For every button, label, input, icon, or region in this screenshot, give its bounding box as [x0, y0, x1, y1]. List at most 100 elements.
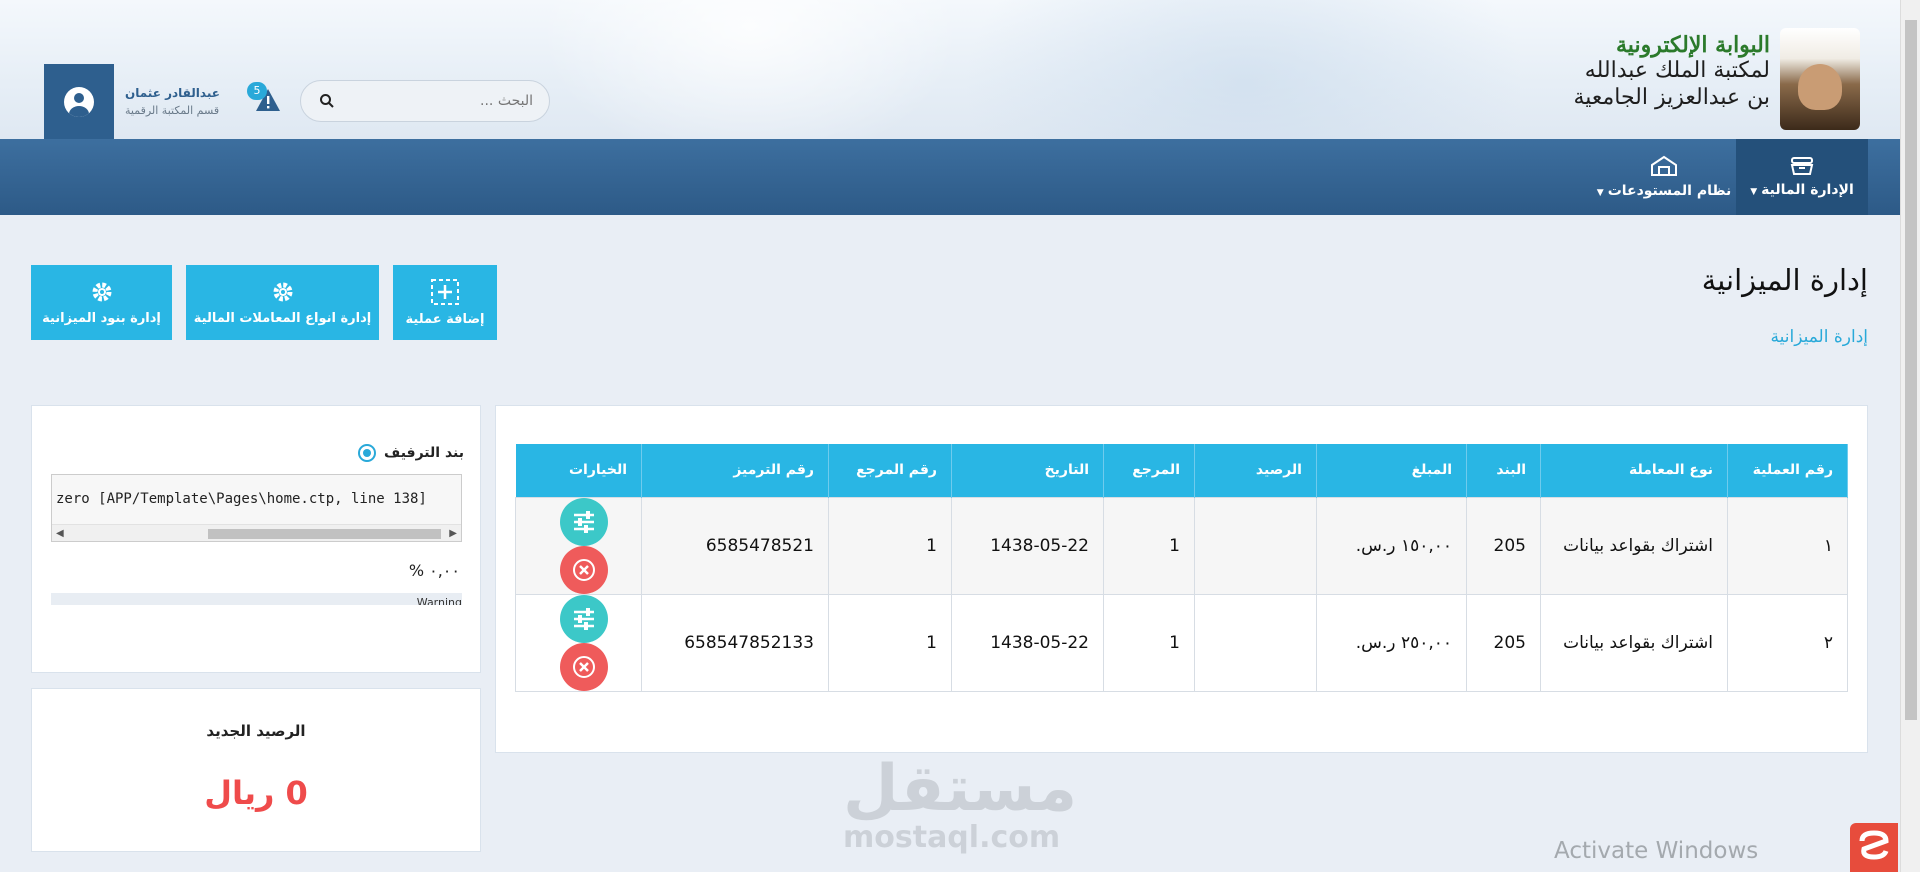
col-code-number: رقم الترميز	[641, 444, 829, 497]
warehouse-icon	[1651, 155, 1677, 176]
col-item: البند	[1466, 444, 1541, 497]
radio-icon	[358, 444, 377, 462]
progress-bar: Warning	[51, 593, 462, 605]
cell-reference-number: 1	[828, 593, 952, 692]
new-balance-label: الرصيد الجديد	[206, 722, 306, 740]
logo-line-1: البوابة الإلكترونية	[1616, 32, 1770, 58]
search-input[interactable]	[343, 93, 533, 109]
cell-date: 1438-05-22	[951, 593, 1104, 692]
transactions-panel: رقم العملية نوع المعاملة البند المبلغ ال…	[495, 405, 1868, 753]
col-date: التاريخ	[951, 444, 1104, 497]
sliders-icon	[574, 607, 594, 630]
cell-operation-number: ٢	[1727, 593, 1848, 692]
new-balance-value: 0 ريال	[204, 774, 308, 812]
activate-windows-text: Activate Windows	[1554, 838, 1759, 864]
notifications-button[interactable]: 5	[245, 82, 285, 116]
breadcrumb-link[interactable]: إدارة الميزانية	[1771, 327, 1868, 347]
manage-transaction-types-button[interactable]: إدارة انواع المعاملات المالية	[186, 265, 379, 340]
promotion-item-radio[interactable]: بند الترفيف	[358, 444, 464, 462]
cell-operation-number: ١	[1727, 496, 1848, 595]
manage-budget-items-button[interactable]: إدارة بنود الميزانية	[31, 265, 172, 340]
cell-reference: 1	[1103, 496, 1195, 595]
nav-warehouse-label: نظام المستودعات	[1607, 183, 1732, 199]
king-portrait-logo	[1780, 28, 1860, 130]
cell-options	[515, 593, 642, 692]
cell-code-number: 6585478521	[641, 496, 829, 595]
gear-icon	[273, 282, 292, 302]
edit-button[interactable]	[560, 594, 608, 643]
col-reference-number: رقم المرجع	[828, 444, 952, 497]
cell-amount: ٢٥٠,٠٠ ر.س.	[1316, 593, 1467, 692]
add-operation-button[interactable]: إضافة عملية	[393, 265, 497, 340]
page-scrollbar[interactable]	[1900, 0, 1920, 872]
budget-item-panel: بند الترفيف zero [APP/Template\Pages\hom…	[31, 405, 481, 673]
cell-date: 1438-05-22	[951, 496, 1104, 595]
transactions-table: رقم العملية نوع المعاملة البند المبلغ ال…	[515, 444, 1848, 692]
page-scrollbar-thumb[interactable]	[1905, 20, 1917, 720]
logo-line-3: بن عبدالعزيز الجامعية	[1573, 84, 1770, 110]
mostaql-corner-logo[interactable]	[1850, 823, 1898, 872]
search-icon[interactable]	[319, 93, 335, 109]
chevron-down-icon: ▼	[1596, 188, 1604, 198]
cell-transaction-type: اشتراك بقواعد بيانات	[1540, 593, 1728, 692]
manage-budget-items-label: إدارة بنود الميزانية	[42, 311, 161, 326]
progress-warning-text: Warning	[416, 596, 462, 605]
inbox-icon	[1790, 157, 1814, 175]
cell-options	[515, 496, 642, 595]
user-name[interactable]: عبدالقادر عثمان	[125, 86, 220, 100]
mostaql-logo-icon	[1859, 830, 1889, 860]
mostaql-watermark-english: mostaql.com	[843, 820, 1061, 855]
user-avatar-button[interactable]	[44, 64, 114, 139]
col-operation-number: رقم العملية	[1727, 444, 1848, 497]
new-balance-panel: الرصيد الجديد 0 ريال	[31, 688, 481, 852]
scrollbar-thumb[interactable]	[208, 529, 441, 539]
user-department: قسم المكتبة الرقمية	[125, 104, 220, 117]
cell-balance	[1194, 496, 1317, 595]
col-amount: المبلغ	[1316, 444, 1467, 497]
cell-item: 205	[1466, 496, 1541, 595]
table-header-row: رقم العملية نوع المعاملة البند المبلغ ال…	[515, 444, 1848, 497]
table-row: ١ اشتراك بقواعد بيانات 205 ١٥٠,٠٠ ر.س. 1…	[515, 496, 1848, 595]
sliders-icon	[574, 510, 594, 533]
main-navbar: الإدارة المالية▼ نظام المستودعات▼	[0, 139, 1900, 215]
page-title: إدارة الميزانية	[1701, 263, 1868, 297]
horizontal-scrollbar[interactable]: ◀ ▶	[52, 524, 461, 541]
mostaql-watermark-arabic: مستقل	[843, 752, 1078, 826]
close-circle-icon	[573, 558, 595, 581]
delete-button[interactable]	[560, 642, 608, 691]
cell-balance	[1194, 593, 1317, 692]
col-reference: المرجع	[1103, 444, 1195, 497]
cell-item: 205	[1466, 593, 1541, 692]
error-code-box: zero [APP/Template\Pages\home.ctp, line …	[51, 474, 462, 542]
gear-icon	[92, 282, 111, 302]
scroll-right-icon[interactable]: ▶	[449, 525, 457, 541]
delete-button[interactable]	[560, 545, 608, 594]
percent-value: ٠,٠٠ %	[408, 561, 460, 580]
user-avatar-icon	[64, 86, 94, 117]
add-operation-label: إضافة عملية	[405, 312, 485, 327]
notification-count-badge: 5	[247, 82, 267, 100]
add-square-icon	[431, 279, 459, 305]
col-balance: الرصيد	[1194, 444, 1317, 497]
search-box[interactable]	[300, 80, 550, 122]
promotion-item-label: بند الترفيف	[384, 445, 464, 461]
cell-reference: 1	[1103, 593, 1195, 692]
cell-amount: ١٥٠,٠٠ ر.س.	[1316, 496, 1467, 595]
cell-transaction-type: اشتراك بقواعد بيانات	[1540, 496, 1728, 595]
error-text: zero [APP/Template\Pages\home.ctp, line …	[56, 491, 427, 507]
close-circle-icon	[573, 655, 595, 678]
table-row: ٢ اشتراك بقواعد بيانات 205 ٢٥٠,٠٠ ر.س. 1…	[515, 593, 1848, 692]
cell-reference-number: 1	[828, 496, 952, 595]
col-transaction-type: نوع المعاملة	[1540, 444, 1728, 497]
site-logo-text[interactable]: البوابة الإلكترونية لمكتبة الملك عبدالله…	[1573, 32, 1770, 111]
nav-warehouse-system[interactable]: نظام المستودعات▼	[1594, 139, 1734, 215]
logo-line-2: لمكتبة الملك عبدالله	[1584, 58, 1770, 84]
nav-financial-management[interactable]: الإدارة المالية▼	[1736, 139, 1868, 215]
scroll-left-icon[interactable]: ◀	[56, 525, 64, 541]
manage-transaction-types-label: إدارة انواع المعاملات المالية	[193, 311, 372, 326]
col-options: الخيارات	[515, 444, 642, 497]
site-header: البوابة الإلكترونية لمكتبة الملك عبدالله…	[0, 0, 1900, 139]
edit-button[interactable]	[560, 497, 608, 546]
chevron-down-icon: ▼	[1750, 187, 1758, 197]
cell-code-number: 658547852133	[641, 593, 829, 692]
